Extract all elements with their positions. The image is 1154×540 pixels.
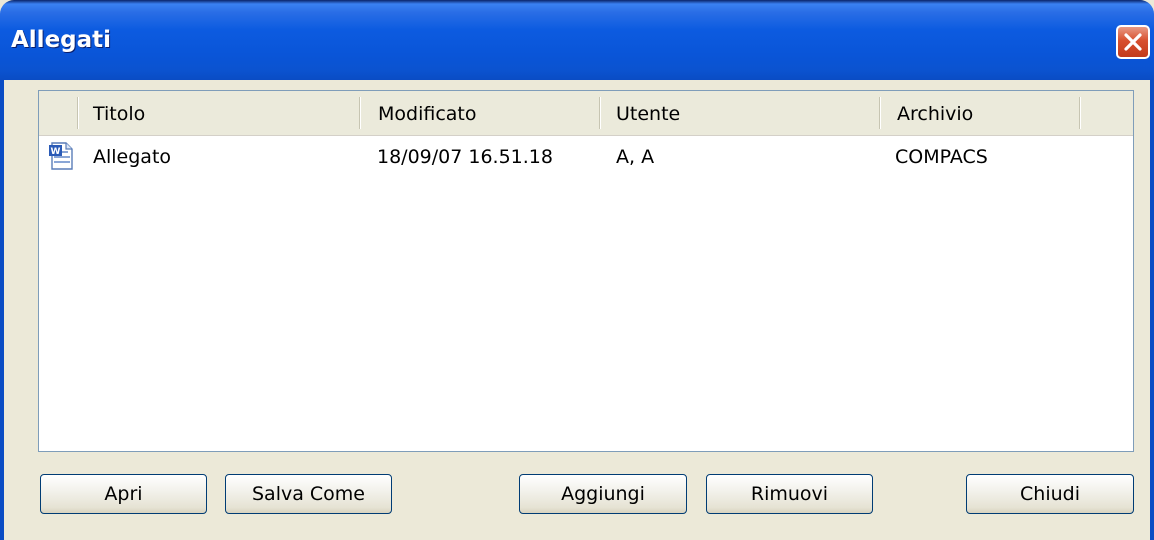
window-title: Allegati <box>11 27 112 53</box>
column-separator[interactable] <box>599 97 601 129</box>
window-frame-left <box>0 80 4 540</box>
cell-titolo: Allegato <box>93 146 172 168</box>
dialog-window: Allegati Titolo Modificato Utente Archiv… <box>0 0 1154 540</box>
column-header-archivio[interactable]: Archivio <box>897 91 1077 135</box>
column-separator[interactable] <box>879 97 881 129</box>
column-separator[interactable] <box>77 97 79 129</box>
cell-utente: A, A <box>616 146 655 168</box>
column-header-modificato[interactable]: Modificato <box>378 91 598 135</box>
apri-button[interactable]: Apri <box>40 474 207 514</box>
word-document-icon: W <box>49 142 75 175</box>
salva-come-button[interactable]: Salva Come <box>225 474 392 514</box>
attachments-list[interactable]: Titolo Modificato Utente Archivio W Alle… <box>38 90 1134 452</box>
chiudi-button[interactable]: Chiudi <box>966 474 1134 514</box>
close-window-button[interactable] <box>1116 25 1150 59</box>
column-separator[interactable] <box>359 97 361 129</box>
column-separator[interactable] <box>1079 97 1081 129</box>
column-header-titolo[interactable]: Titolo <box>93 91 393 135</box>
title-bar[interactable]: Allegati <box>0 0 1154 80</box>
rimuovi-button[interactable]: Rimuovi <box>706 474 873 514</box>
list-header: Titolo Modificato Utente Archivio <box>39 91 1133 136</box>
svg-text:W: W <box>51 147 61 157</box>
cell-modificato: 18/09/07 16.51.18 <box>377 146 553 168</box>
column-header-utente[interactable]: Utente <box>616 91 876 135</box>
table-row[interactable]: W Allegato 18/09/07 16.51.18 A, A COMPAC… <box>39 137 1133 177</box>
aggiungi-button[interactable]: Aggiungi <box>519 474 687 514</box>
cell-archivio: COMPACS <box>895 146 988 168</box>
close-icon <box>1124 33 1142 51</box>
window-frame-right <box>1150 80 1154 540</box>
